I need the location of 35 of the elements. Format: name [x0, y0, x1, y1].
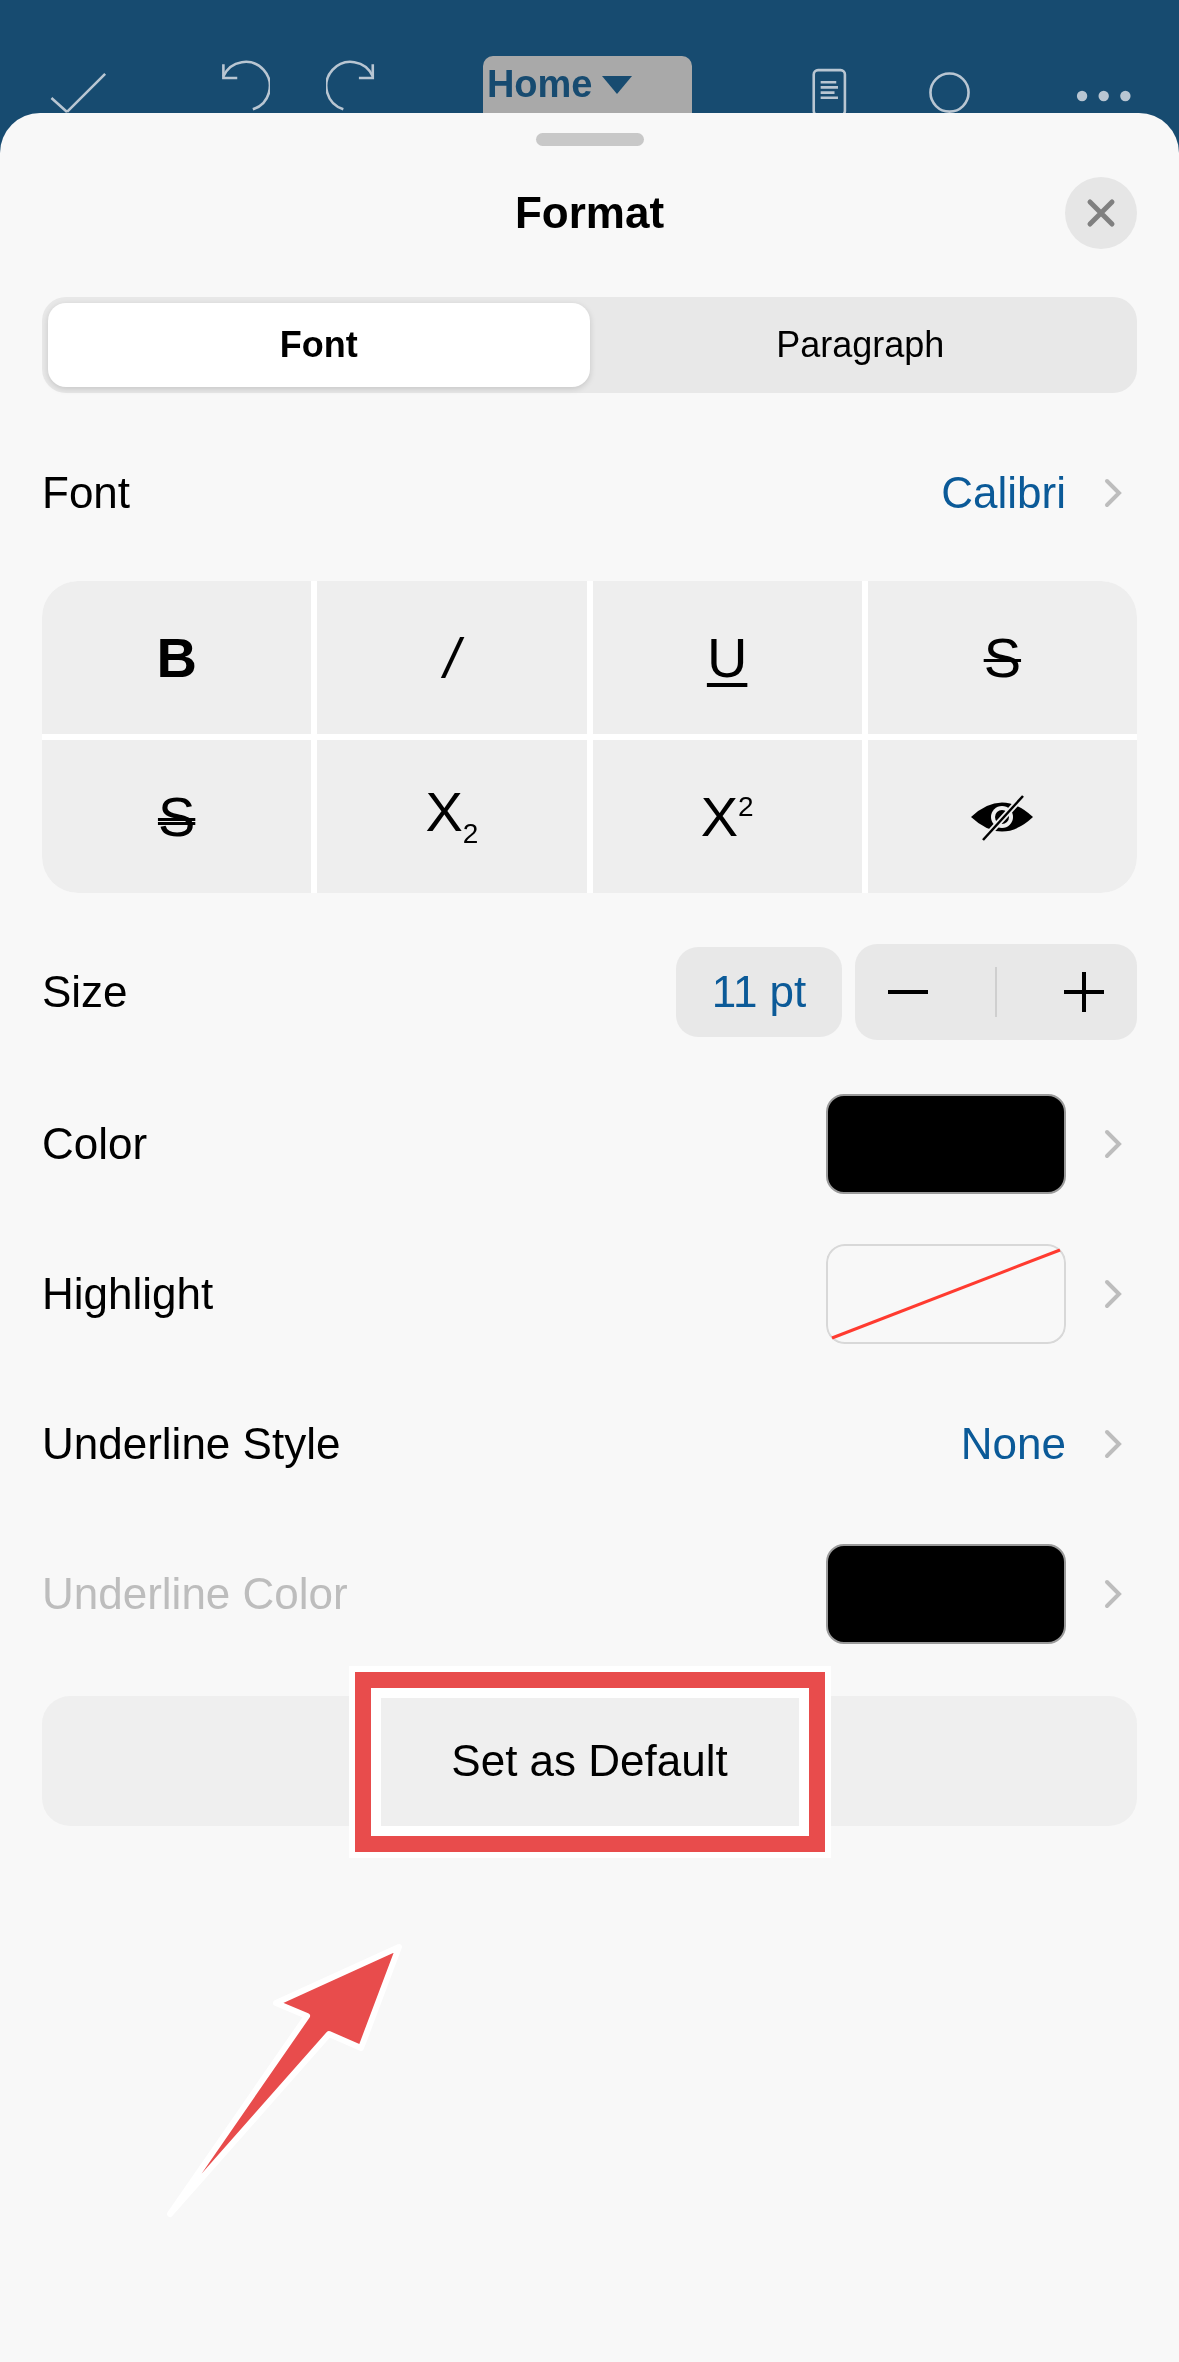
setting-label: Color [42, 1119, 149, 1169]
font-value[interactable]: Calibri [941, 468, 1066, 518]
plus-icon[interactable] [1063, 972, 1104, 1012]
format-button[interactable] [867, 740, 1137, 893]
chevron-icon [1104, 478, 1122, 508]
format-button[interactable]: U [592, 581, 862, 734]
format-button[interactable]: / [317, 581, 587, 734]
sheet-handle[interactable] [535, 133, 644, 146]
setting-value[interactable]: None [960, 1419, 1066, 1469]
color-swatch[interactable] [826, 1094, 1066, 1194]
size-label: Size [42, 967, 129, 1017]
caret-icon [602, 75, 633, 94]
font-label: Font [42, 468, 132, 518]
setting-label: Underline Style [42, 1419, 342, 1469]
more-icon[interactable] [1075, 89, 1131, 103]
set-as-default-button[interactable]: Set as Default [42, 1696, 1137, 1826]
close-icon [1086, 198, 1116, 228]
format-button[interactable]: X$^{2}$ [592, 740, 862, 893]
format-button[interactable]: X$_{2}$ [317, 740, 587, 893]
sheet-title: Format [514, 188, 665, 238]
setting-label: Underline Color [42, 1569, 349, 1619]
no-color-swatch[interactable] [826, 1244, 1066, 1344]
minus-icon[interactable] [888, 989, 929, 995]
segment-tab[interactable]: Paragraph [589, 303, 1131, 387]
chevron-icon [1104, 1579, 1122, 1609]
chevron-icon [1104, 1279, 1122, 1309]
size-field[interactable]: 11 pt [676, 947, 842, 1037]
format-button[interactable]: S [867, 581, 1137, 734]
format-button[interactable]: S [42, 740, 312, 893]
format-button[interactable]: B [42, 581, 312, 734]
chevron-icon [1104, 1129, 1122, 1159]
segment-tab[interactable]: Font [48, 303, 590, 387]
chevron-icon [1104, 1429, 1122, 1459]
setting-label: Highlight [42, 1269, 215, 1319]
home-menu-button[interactable]: Home [482, 56, 693, 113]
